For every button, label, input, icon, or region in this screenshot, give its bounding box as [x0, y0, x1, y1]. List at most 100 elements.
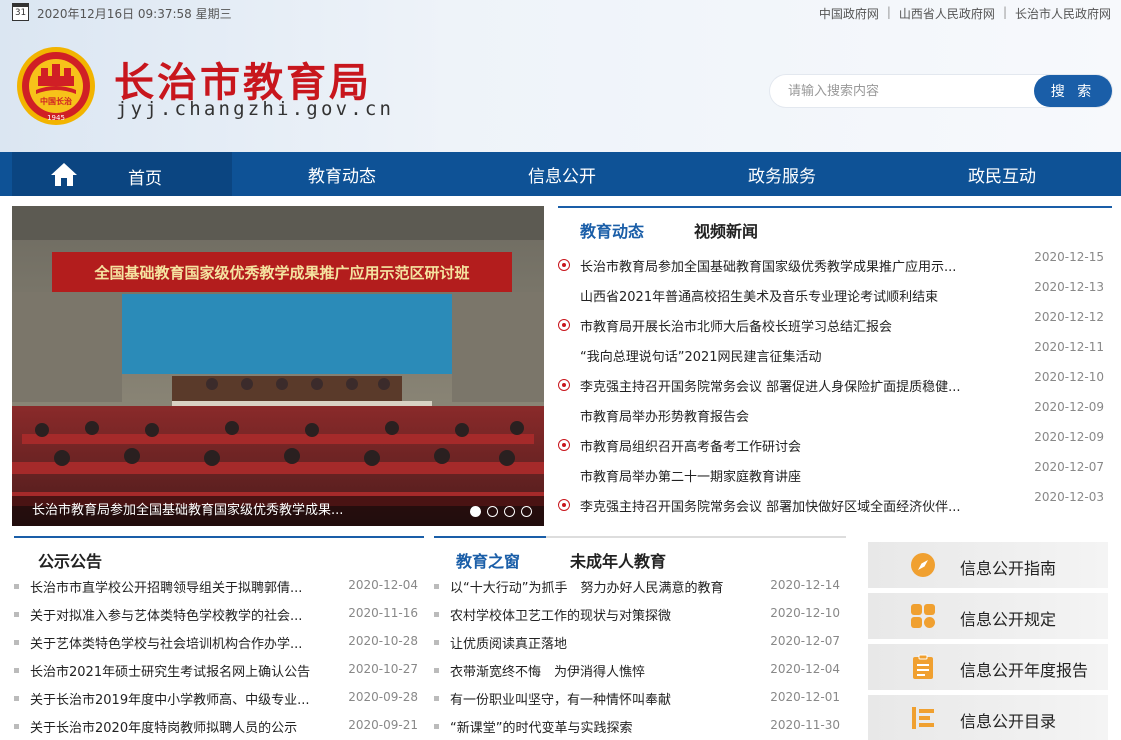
news-title[interactable]: 山西省2021年普通高校招生美术及音乐专业理论考试顺利结束 — [580, 286, 990, 305]
window-item[interactable]: 以“十大行动”为抓手 努力办好人民满意的教育 2020-12-14 — [434, 572, 846, 600]
tab-video-news[interactable]: 视频新闻 — [694, 218, 758, 242]
notice-item[interactable]: 关于艺体类特色学校与社会培训机构合作办学... 2020-10-28 — [14, 628, 424, 656]
link-central-gov[interactable]: 中国政府网 — [819, 5, 879, 22]
slider-dot-2[interactable] — [487, 506, 498, 517]
news-title[interactable]: 市教育局举办第二十一期家庭教育讲座 — [580, 466, 990, 485]
notice-item[interactable]: 关于长治市2019年度中小学教师高、中级专业... 2020-09-28 — [14, 684, 424, 712]
slide-photo: 全国基础教育国家级优秀教学成果推广应用示范区研讨班 — [12, 206, 544, 526]
side-link-annual-report[interactable]: 信息公开年度报告 — [868, 644, 1108, 690]
tab-minor-education[interactable]: 未成年人教育 — [570, 548, 666, 572]
news-item[interactable]: 山西省2021年普通高校招生美术及音乐专业理论考试顺利结束 2020-12-13 — [558, 280, 1112, 310]
rules-icon — [911, 604, 935, 628]
slider-pagination — [470, 506, 532, 517]
current-datetime: 2020年12月16日 09:37:58 星期三 — [37, 7, 232, 21]
window-item[interactable]: 让优质阅读真正落地 2020-12-07 — [434, 628, 846, 656]
bullet-icon — [434, 668, 439, 673]
notice-item[interactable]: 关于长治市2020年度特岗教师拟聘人员的公示 2020-09-21 — [14, 712, 424, 740]
notice-title[interactable]: 关于长治市2020年度特岗教师拟聘人员的公示 — [30, 717, 330, 736]
calendar-icon: 31 — [12, 3, 29, 21]
nav-info-disclosure[interactable]: 信息公开 — [452, 152, 672, 196]
search-input[interactable] — [788, 81, 1028, 101]
link-changzhi-gov[interactable]: 长治市人民政府网 — [1015, 5, 1111, 22]
side-link-catalog[interactable]: 信息公开目录 — [868, 695, 1108, 740]
bullet-icon — [558, 499, 570, 511]
nav-gov-services[interactable]: 政务服务 — [672, 152, 892, 196]
link-shanxi-gov[interactable]: 山西省人民政府网 — [899, 5, 995, 22]
slider-dot-4[interactable] — [521, 506, 532, 517]
news-item[interactable]: 李克强主持召开国务院常务会议 部署促进人身保险扩面提质稳健... 2020-12-… — [558, 370, 1112, 400]
bullet-icon — [558, 439, 570, 451]
window-date: 2020-12-14 — [770, 578, 840, 592]
window-item[interactable]: 衣带渐宽终不悔 为伊消得人憔悴 2020-12-04 — [434, 656, 846, 684]
main-nav: 首页 教育动态 信息公开 政务服务 政民互动 — [0, 152, 1121, 196]
window-title[interactable]: 让优质阅读真正落地 — [450, 633, 766, 652]
side-link-guide[interactable]: 信息公开指南 — [868, 542, 1108, 588]
nav-home-label: 首页 — [128, 169, 162, 189]
side-link-rules[interactable]: 信息公开规定 — [868, 593, 1108, 639]
window-title[interactable]: 有一份职业叫坚守，有一种情怀叫奉献 — [450, 689, 766, 708]
slide-caption[interactable]: 长治市教育局参加全国基础教育国家级优秀教学成果... — [12, 496, 544, 526]
slider-dot-3[interactable] — [504, 506, 515, 517]
link-separator: | — [1002, 5, 1007, 19]
window-title[interactable]: 衣带渐宽终不悔 为伊消得人憔悴 — [450, 661, 766, 680]
news-slider[interactable]: 全国基础教育国家级优秀教学成果推广应用示范区研讨班 长治市教育局参加全国基础教育… — [12, 206, 544, 526]
news-title[interactable]: 市教育局组织召开高考备考工作研讨会 — [580, 436, 990, 455]
news-title[interactable]: 李克强主持召开国务院常务会议 部署促进人身保险扩面提质稳健... — [580, 376, 990, 395]
window-title[interactable]: “新课堂”的时代变革与实践探索 — [450, 717, 766, 736]
news-item[interactable]: 市教育局开展长治市北师大后备校长班学习总结汇报会 2020-12-12 — [558, 310, 1112, 340]
window-date: 2020-12-04 — [770, 662, 840, 676]
bullet-icon — [14, 668, 19, 673]
notices-title[interactable]: 公示公告 — [38, 548, 102, 572]
notice-title[interactable]: 长治市2021年硕士研究生考试报名网上确认公告 — [30, 661, 336, 680]
notice-title[interactable]: 关于长治市2019年度中小学教师高、中级专业... — [30, 689, 326, 708]
search-button[interactable]: 搜 索 — [1034, 75, 1112, 107]
news-tabs: 教育动态 视频新闻 — [558, 206, 1112, 242]
tab-education-news[interactable]: 教育动态 — [580, 218, 644, 242]
window-title[interactable]: 农村学校体卫艺工作的现状与对策探微 — [450, 605, 766, 624]
notice-date: 2020-09-21 — [348, 718, 418, 732]
news-item[interactable]: “我向总理说句话”2021网民建言征集活动 2020-12-11 — [558, 340, 1112, 370]
header: 31 2020年12月16日 09:37:58 星期三 中国政府网 | 山西省人… — [0, 0, 1121, 152]
notice-title[interactable]: 长治市市直学校公开招聘领导组关于拟聘郭倩... — [30, 577, 326, 596]
side-link-label: 信息公开规定 — [960, 610, 1057, 629]
news-date: 2020-12-09 — [1034, 430, 1104, 444]
nav-home[interactable]: 首页 — [12, 152, 232, 196]
slider-dot-1[interactable] — [470, 506, 481, 517]
catalog-icon — [912, 707, 934, 729]
notice-date: 2020-12-04 — [348, 578, 418, 592]
notice-title[interactable]: 关于艺体类特色学校与社会培训机构合作办学... — [30, 633, 326, 652]
bullet-icon — [14, 640, 19, 645]
news-item[interactable]: 长治市教育局参加全国基础教育国家级优秀教学成果推广应用示... 2020-12-1… — [558, 250, 1112, 280]
bullet-icon — [558, 259, 570, 271]
window-item[interactable]: “新课堂”的时代变革与实践探索 2020-11-30 — [434, 712, 846, 740]
notice-title[interactable]: 关于对拟准入参与艺体类特色学校教学的社会... — [30, 605, 326, 624]
news-title[interactable]: 李克强主持召开国务院常务会议 部署加快做好区域全面经济伙伴... — [580, 496, 990, 515]
notice-item[interactable]: 长治市2021年硕士研究生考试报名网上确认公告 2020-10-27 — [14, 656, 424, 684]
news-title[interactable]: 长治市教育局参加全国基础教育国家级优秀教学成果推广应用示... — [580, 256, 990, 275]
city-emblem-logo[interactable]: 中国长治 1945 — [16, 46, 96, 126]
window-item[interactable]: 有一份职业叫坚守，有一种情怀叫奉献 2020-12-01 — [434, 684, 846, 712]
news-title[interactable]: 市教育局举办形势教育报告会 — [580, 406, 990, 425]
news-title[interactable]: “我向总理说句话”2021网民建言征集活动 — [580, 346, 990, 365]
search-box: 搜 索 — [770, 75, 1112, 107]
notice-item[interactable]: 关于对拟准入参与艺体类特色学校教学的社会... 2020-11-16 — [14, 600, 424, 628]
bullet-icon — [14, 696, 19, 701]
news-item[interactable]: 市教育局举办第二十一期家庭教育讲座 2020-12-07 — [558, 460, 1112, 490]
side-link-label: 信息公开年度报告 — [960, 661, 1089, 680]
site-domain: jyj.changzhi.gov.cn — [116, 98, 395, 120]
link-separator: | — [886, 5, 891, 19]
news-item[interactable]: 市教育局组织召开高考备考工作研讨会 2020-12-09 — [558, 430, 1112, 460]
window-item[interactable]: 农村学校体卫艺工作的现状与对策探微 2020-12-10 — [434, 600, 846, 628]
bullet-icon — [434, 696, 439, 701]
news-item[interactable]: 李克强主持召开国务院常务会议 部署加快做好区域全面经济伙伴... 2020-12-… — [558, 490, 1112, 520]
notice-item[interactable]: 长治市市直学校公开招聘领导组关于拟聘郭倩... 2020-12-04 — [14, 572, 424, 600]
news-title[interactable]: 市教育局开展长治市北师大后备校长班学习总结汇报会 — [580, 316, 990, 335]
bullet-icon — [434, 640, 439, 645]
logo-caption: 中国长治 — [40, 96, 72, 106]
bullet-icon — [14, 724, 19, 729]
window-title[interactable]: 以“十大行动”为抓手 努力办好人民满意的教育 — [450, 577, 766, 596]
tab-education-window[interactable]: 教育之窗 — [456, 548, 520, 572]
nav-education-news[interactable]: 教育动态 — [232, 152, 452, 196]
news-item[interactable]: 市教育局举办形势教育报告会 2020-12-09 — [558, 400, 1112, 430]
nav-public-interaction[interactable]: 政民互动 — [892, 152, 1112, 196]
